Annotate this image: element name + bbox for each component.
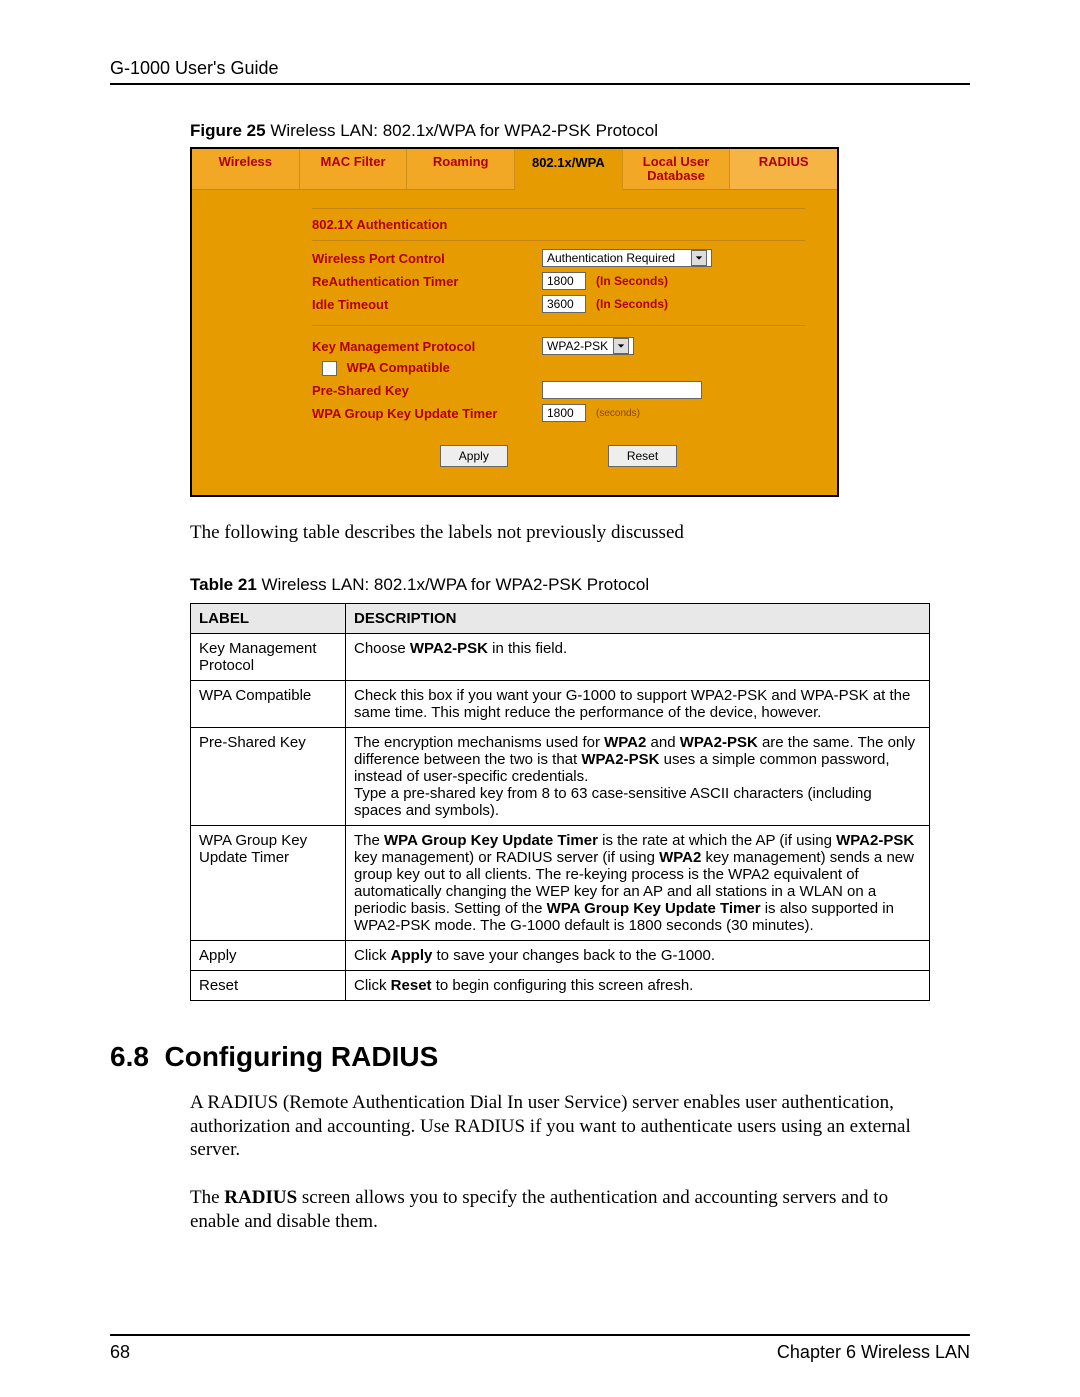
table-cell-desc: The WPA Group Key Update Timer is the ra… [346,825,930,940]
tab-radius[interactable]: RADIUS [730,149,837,189]
table-caption: Table 21 Wireless LAN: 802.1x/WPA for WP… [190,575,970,595]
table-cell-label: WPA Group Key Update Timer [191,825,346,940]
wpa-group-key-timer-input[interactable]: 1800 [542,404,586,422]
tab-8021x-wpa[interactable]: 802.1x/WPA [515,150,623,190]
tab-mac-filter[interactable]: MAC Filter [300,149,408,189]
tab-local-user-db[interactable]: Local User Database [623,149,731,189]
table-caption-rest: Wireless LAN: 802.1x/WPA for WPA2-PSK Pr… [257,575,649,594]
table-row: ApplyClick Apply to save your changes ba… [191,940,930,970]
pre-shared-key-label: Pre-Shared Key [312,383,542,398]
wireless-port-control-select[interactable]: Authentication Required [542,249,712,267]
reset-button[interactable]: Reset [608,445,677,467]
para3-bold: RADIUS [224,1187,297,1208]
key-mgmt-protocol-select[interactable]: WPA2-PSK [542,337,634,355]
idle-timeout-units: (In Seconds) [596,297,668,311]
figure-screenshot: Wireless MAC Filter Roaming 802.1x/WPA L… [190,147,839,497]
apply-button[interactable]: Apply [440,445,508,467]
section-8021x-auth: 802.1X Authentication [312,208,805,241]
chevron-down-icon [613,338,629,354]
paragraph-radius-2: The RADIUS screen allows you to specify … [190,1186,930,1234]
wireless-port-control-value: Authentication Required [547,251,675,265]
page-header: G-1000 User's Guide [110,58,970,85]
table-cell-label: Pre-Shared Key [191,727,346,825]
section-title: Configuring RADIUS [165,1041,439,1072]
table-row: Key Management ProtocolChoose WPA2-PSK i… [191,633,930,680]
figure-caption: Figure 25 Wireless LAN: 802.1x/WPA for W… [190,121,970,141]
table-header-label: LABEL [191,603,346,633]
wpa-group-key-timer-units: (seconds) [596,408,640,419]
page-number: 68 [110,1342,130,1363]
wpa-compatible-row: WPA Compatible [312,360,542,376]
tab-bar: Wireless MAC Filter Roaming 802.1x/WPA L… [192,149,837,190]
key-mgmt-protocol-label: Key Management Protocol [312,339,542,354]
key-mgmt-protocol-value: WPA2-PSK [547,339,608,353]
section-number: 6.8 [110,1041,149,1072]
figure-caption-rest: Wireless LAN: 802.1x/WPA for WPA2-PSK Pr… [266,121,658,140]
table-row: Pre-Shared KeyThe encryption mechanisms … [191,727,930,825]
paragraph-intro: The following table describes the labels… [190,521,930,545]
table-row: WPA CompatibleCheck this box if you want… [191,680,930,727]
table-cell-desc: The encryption mechanisms used for WPA2 … [346,727,930,825]
idle-timeout-input[interactable]: 3600 [542,295,586,313]
wpa-compatible-checkbox[interactable] [322,361,337,376]
table-cell-desc: Check this box if you want your G-1000 t… [346,680,930,727]
figure-lead: Figure 25 [190,121,266,140]
chevron-down-icon [691,250,707,266]
section-heading: 6.8 Configuring RADIUS [110,1041,970,1073]
reauth-timer-label: ReAuthentication Timer [312,274,542,289]
table-row: WPA Group Key Update TimerThe WPA Group … [191,825,930,940]
table-header-desc: DESCRIPTION [346,603,930,633]
idle-timeout-label: Idle Timeout [312,297,542,312]
table-cell-label: Apply [191,940,346,970]
reauth-timer-units: (In Seconds) [596,274,668,288]
wpa-group-key-timer-label: WPA Group Key Update Timer [312,406,542,421]
reauth-timer-input[interactable]: 1800 [542,272,586,290]
table-lead: Table 21 [190,575,257,594]
table-row: ResetClick Reset to begin configuring th… [191,970,930,1000]
table-cell-desc: Click Reset to begin configuring this sc… [346,970,930,1000]
tab-wireless[interactable]: Wireless [192,149,300,189]
table-cell-label: Reset [191,970,346,1000]
table-cell-label: WPA Compatible [191,680,346,727]
pre-shared-key-input[interactable] [542,381,702,399]
wireless-port-control-label: Wireless Port Control [312,251,542,266]
table-cell-desc: Click Apply to save your changes back to… [346,940,930,970]
table-cell-label: Key Management Protocol [191,633,346,680]
chapter-label: Chapter 6 Wireless LAN [777,1342,970,1363]
tab-roaming[interactable]: Roaming [407,149,515,189]
paragraph-radius-1: A RADIUS (Remote Authentication Dial In … [190,1091,930,1162]
wpa-compatible-label: WPA Compatible [347,360,450,375]
table-cell-desc: Choose WPA2-PSK in this field. [346,633,930,680]
para3-pre: The [190,1187,224,1208]
table-21: LABEL DESCRIPTION Key Management Protoco… [190,603,930,1001]
